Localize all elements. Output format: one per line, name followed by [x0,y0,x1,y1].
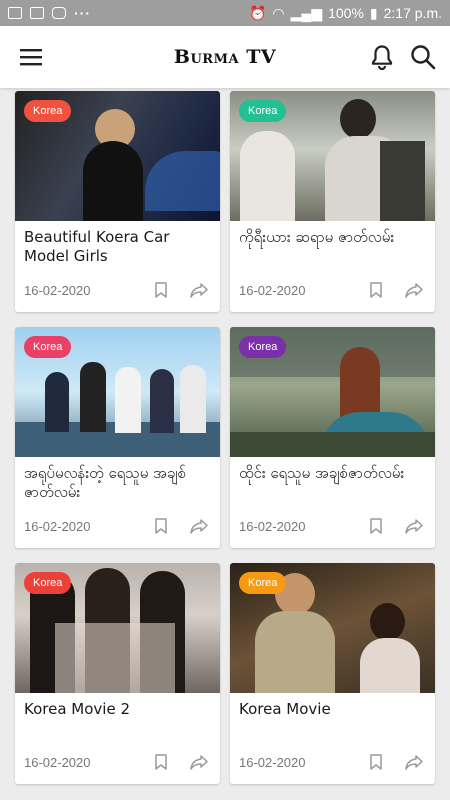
card-footer: 16-02-2020 [239,280,425,300]
alarm-icon: ⏰ [248,4,267,21]
card-title[interactable]: Korea Movie [239,700,427,719]
share-button[interactable] [403,280,425,300]
card-title[interactable]: ကိုရီးယား ဆရာမ ဇာတ်လမ်း [239,228,427,247]
video-card[interactable]: Korea Korea Movie 2 16-02-2020 [15,563,220,784]
system-icons: ⏰ ◠ ▂▄▆ 100% ▮ 2:17 p.m. [249,5,442,22]
signal-icon: ▂▄▆ [290,4,323,21]
card-title[interactable]: ထိုင်း ရေသူမ အချစ်ဇာတ်လမ်း [239,464,427,483]
category-badge[interactable]: Korea [239,100,287,122]
category-badge[interactable]: Korea [24,100,72,122]
bookmark-button[interactable] [150,516,172,536]
card-footer: 16-02-2020 [239,516,425,536]
battery-percent: 100% [328,5,364,21]
video-card[interactable]: Korea ကိုရီးယား ဆရာမ ဇာတ်လမ်း 16-02-2020 [230,91,435,312]
category-badge[interactable]: Korea [239,572,287,594]
share-button[interactable] [188,280,210,300]
search-icon [411,45,436,70]
video-card[interactable]: Korea Beautiful Koera Car Model Girls 16… [15,91,220,312]
card-footer: 16-02-2020 [24,280,210,300]
post-date: 16-02-2020 [24,754,91,770]
bookmark-icon [370,282,382,298]
notification-icons: ··· [8,5,91,21]
post-date: 16-02-2020 [24,518,91,534]
share-button[interactable] [403,752,425,772]
bookmark-icon [370,518,382,534]
post-date: 16-02-2020 [239,282,306,298]
calendar-icon [30,7,44,19]
bookmark-button[interactable] [150,752,172,772]
bookmark-icon [155,518,167,534]
bookmark-icon [155,282,167,298]
bookmark-button[interactable] [365,280,387,300]
share-button[interactable] [403,516,425,536]
bookmark-button[interactable] [365,752,387,772]
notifications-button[interactable] [362,36,402,78]
video-icon [52,7,66,19]
bookmark-button[interactable] [150,280,172,300]
share-button[interactable] [188,752,210,772]
category-badge[interactable]: Korea [24,572,72,594]
video-card[interactable]: Korea ထိုင်း ရေသူမ အချစ်ဇာတ်လမ်း 16-02-2… [230,327,435,548]
search-button[interactable] [403,36,443,78]
share-icon [190,754,208,770]
share-icon [190,518,208,534]
bookmark-button[interactable] [365,516,387,536]
share-icon [405,518,423,534]
post-date: 16-02-2020 [24,282,91,298]
image-icon [8,7,22,19]
category-badge[interactable]: Korea [24,336,72,358]
video-card[interactable]: Korea အရုပ်မလန်းတဲ့ ရေသူမ အချစ်ဇာတ်လမ်း … [15,327,220,548]
share-icon [405,754,423,770]
bookmark-icon [155,754,167,770]
wifi-icon: ◠ [272,4,285,21]
share-button[interactable] [188,516,210,536]
card-footer: 16-02-2020 [24,516,210,536]
card-title[interactable]: Korea Movie 2 [24,700,212,719]
card-title[interactable]: Beautiful Koera Car Model Girls [24,228,212,266]
clock: 2:17 p.m. [383,5,442,21]
hamburger-menu-icon [20,49,42,66]
video-grid: Korea Beautiful Koera Car Model Girls 16… [15,91,435,784]
post-date: 16-02-2020 [239,518,306,534]
share-icon [405,282,423,298]
card-title[interactable]: အရုပ်မလန်းတဲ့ ရေသူမ အချစ်ဇာတ်လမ်း [24,464,212,502]
menu-button[interactable] [0,26,62,88]
post-date: 16-02-2020 [239,754,306,770]
share-icon [190,282,208,298]
app-bar: Burma TV [0,26,450,88]
more-dots-icon: ··· [74,5,91,21]
battery-icon: ▮ [369,4,378,21]
card-footer: 16-02-2020 [24,752,210,772]
status-bar: ··· ⏰ ◠ ▂▄▆ 100% ▮ 2:17 p.m. [0,0,450,26]
card-footer: 16-02-2020 [239,752,425,772]
category-badge[interactable]: Korea [239,336,287,358]
bookmark-icon [370,754,382,770]
video-card[interactable]: Korea Korea Movie 16-02-2020 [230,563,435,784]
bell-icon [371,45,393,70]
